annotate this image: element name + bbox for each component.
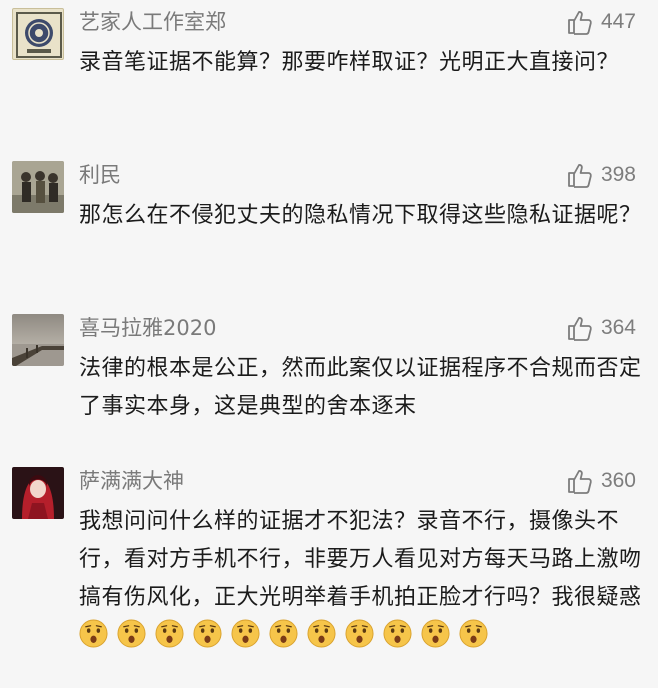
- surprised-face-emoji-icon: [155, 619, 184, 648]
- thumbs-up-icon: [568, 164, 592, 188]
- like-count: 364: [600, 316, 636, 339]
- surprised-face-emoji-icon: [459, 619, 488, 648]
- anime-girl-avatar-icon[interactable]: [12, 467, 64, 519]
- thumbs-up-icon: [568, 11, 592, 35]
- comment-text: 法律的根本是公正，然而此案仅以证据程序不合规而否定了事实本身，这是典型的舍本逐末: [79, 356, 642, 419]
- people-photo-avatar-icon[interactable]: [12, 161, 64, 213]
- like-count: 398: [600, 163, 636, 186]
- surprised-face-emoji-icon: [231, 619, 260, 648]
- surprised-face-emoji-icon: [269, 619, 298, 648]
- comment-text: 录音笔证据不能算？那要咋样取证？光明正大直接问？: [79, 50, 620, 75]
- like-button[interactable]: 360: [567, 467, 636, 495]
- surprised-face-emoji-icon: [193, 619, 222, 648]
- username[interactable]: 喜马拉雅2020: [79, 314, 216, 342]
- surprised-face-emoji-icon: [307, 619, 336, 648]
- comment-text: 那怎么在不侵犯丈夫的隐私情况下取得这些隐私证据呢？: [79, 203, 642, 228]
- surprised-face-emoji-icon: [117, 619, 146, 648]
- emoji-group: [79, 619, 497, 648]
- username[interactable]: 艺家人工作室郑: [79, 8, 226, 36]
- thumbs-up-icon: [568, 317, 592, 341]
- emblem-avatar-icon[interactable]: [12, 8, 64, 60]
- surprised-face-emoji-icon: [383, 619, 412, 648]
- lake-pier-avatar-icon[interactable]: [12, 314, 64, 366]
- comment-text: 我想问问什么样的证据才不犯法？录音不行，摄像头不行，看对方手机不行，非要万人看见…: [79, 503, 644, 655]
- username[interactable]: 利民: [79, 161, 121, 189]
- like-button[interactable]: 364: [567, 314, 636, 342]
- like-count: 360: [600, 469, 636, 492]
- like-button[interactable]: 447: [567, 8, 636, 36]
- thumbs-up-icon: [568, 470, 592, 494]
- like-button[interactable]: 398: [567, 161, 636, 189]
- surprised-face-emoji-icon: [79, 619, 108, 648]
- comment-text-body: 我想问问什么样的证据才不犯法？录音不行，摄像头不行，看对方手机不行，非要万人看见…: [79, 509, 642, 610]
- surprised-face-emoji-icon: [421, 619, 450, 648]
- like-count: 447: [600, 10, 636, 33]
- surprised-face-emoji-icon: [345, 619, 374, 648]
- username[interactable]: 萨满满大神: [79, 467, 184, 495]
